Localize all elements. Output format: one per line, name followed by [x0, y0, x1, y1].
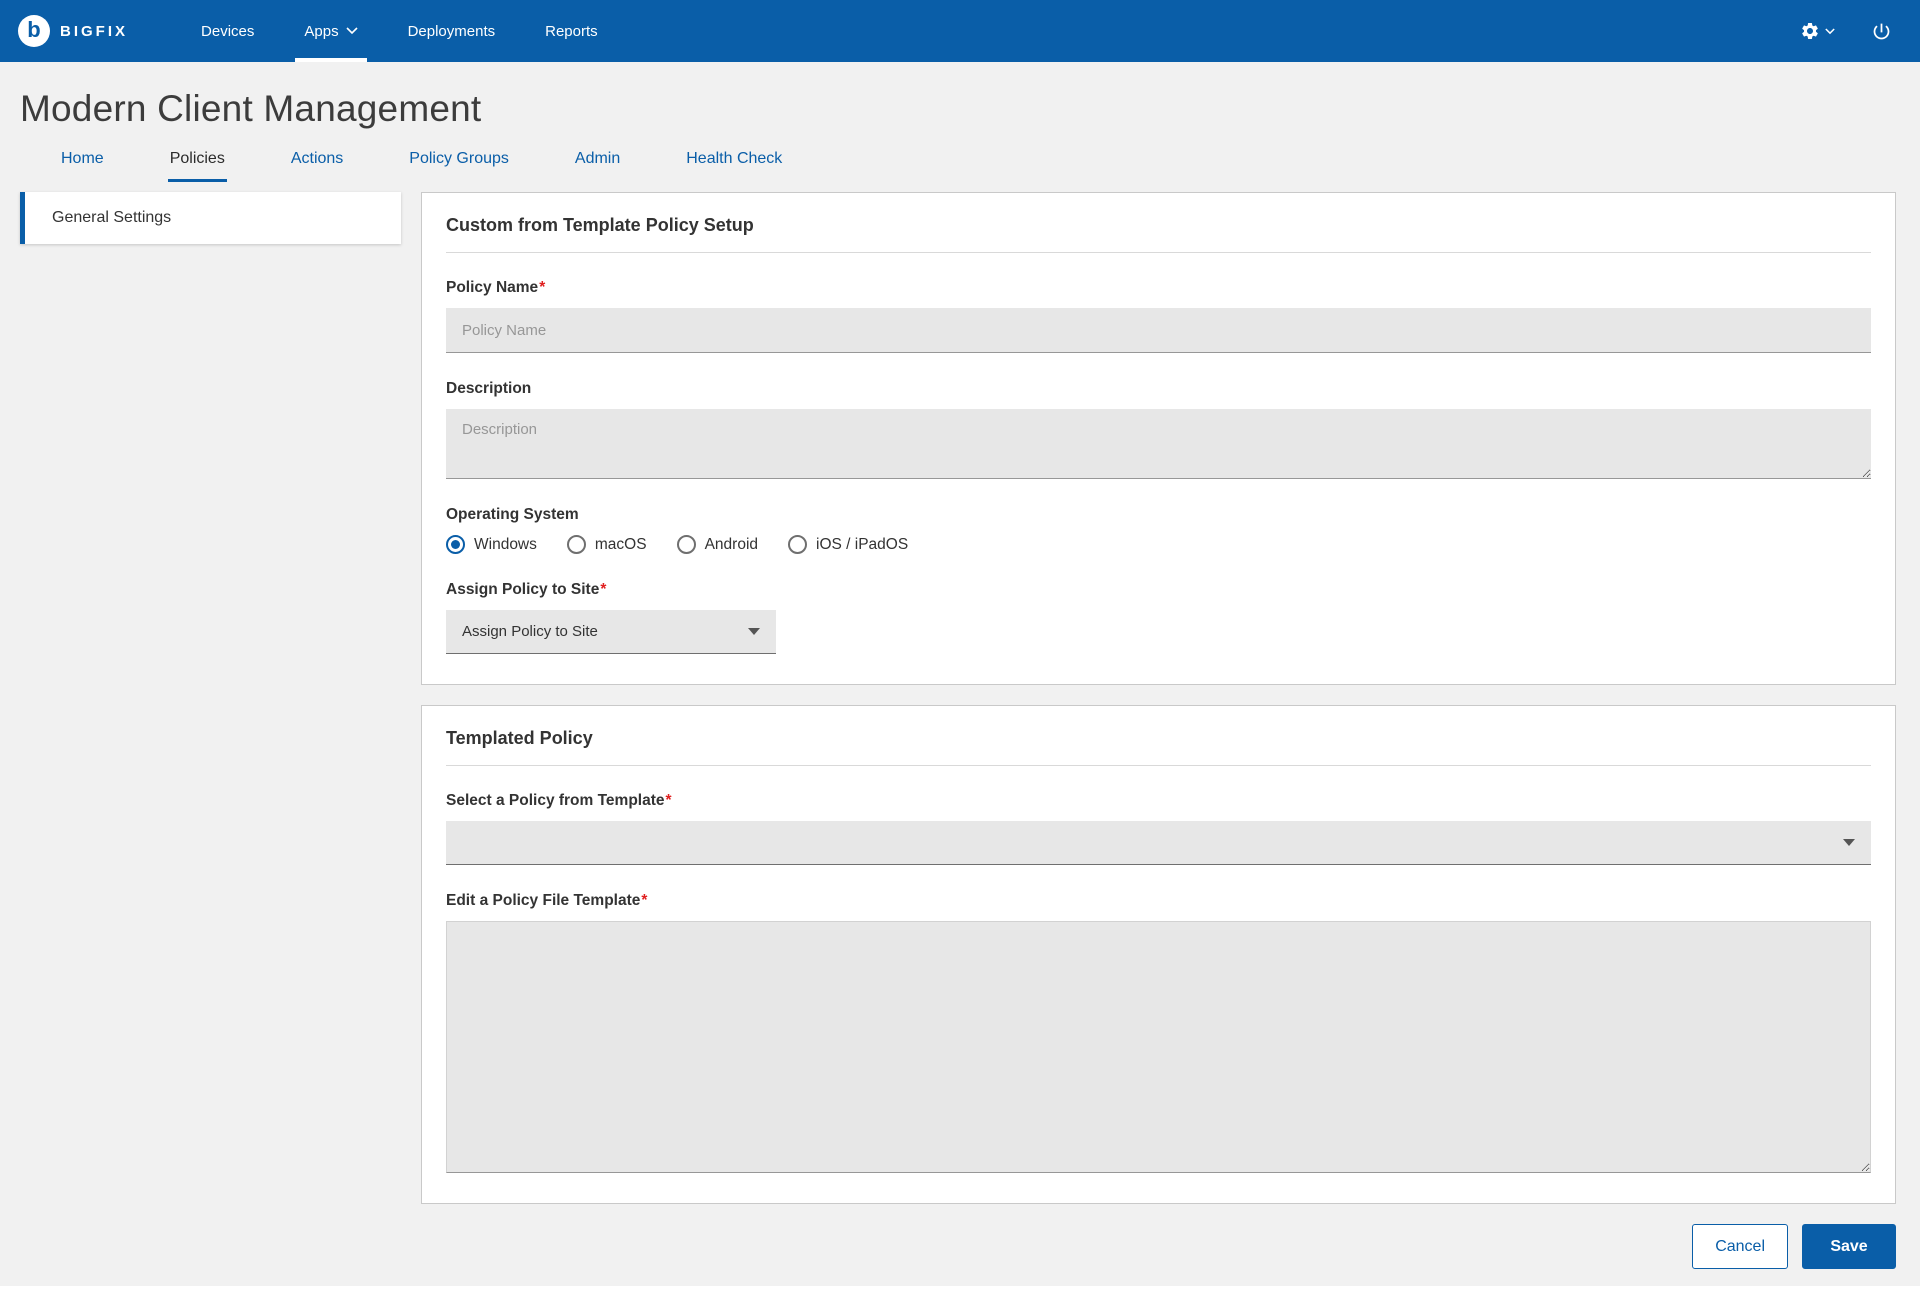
operating-system-field: Operating System Windows macOS Androi — [446, 506, 1871, 554]
chevron-down-icon — [346, 27, 358, 35]
edit-template-label: Edit a Policy File Template* — [446, 892, 1871, 910]
policy-name-label: Policy Name* — [446, 279, 1871, 297]
tab-health-check[interactable]: Health Check — [684, 136, 784, 182]
templated-policy-card: Templated Policy Select a Policy from Te… — [421, 705, 1896, 1204]
assign-site-label: Assign Policy to Site* — [446, 581, 1871, 599]
power-icon — [1871, 21, 1892, 42]
os-radio-group: Windows macOS Android iOS / iPadOS — [446, 535, 1871, 554]
radio-unselected-icon — [677, 535, 696, 554]
select-template-label-text: Select a Policy from Template — [446, 792, 665, 809]
custom-policy-setup-card: Custom from Template Policy Setup Policy… — [421, 192, 1896, 685]
required-asterisk: * — [641, 892, 647, 909]
radio-android[interactable]: Android — [677, 535, 758, 554]
radio-android-label: Android — [705, 536, 758, 554]
primary-nav: Devices Apps Deployments Reports — [176, 0, 623, 62]
policy-name-field: Policy Name* — [446, 279, 1871, 353]
radio-unselected-icon — [567, 535, 586, 554]
policy-name-input[interactable] — [446, 308, 1871, 353]
description-label: Description — [446, 380, 1871, 398]
gear-icon — [1800, 21, 1820, 41]
nav-item-deployments[interactable]: Deployments — [383, 0, 521, 62]
required-asterisk: * — [666, 792, 672, 809]
nav-item-reports[interactable]: Reports — [520, 0, 623, 62]
caret-down-icon — [1843, 839, 1855, 846]
sidebar: General Settings — [20, 192, 401, 244]
page-title: Modern Client Management — [0, 88, 1920, 130]
description-field: Description — [446, 380, 1871, 479]
form-actions: Cancel Save — [421, 1224, 1896, 1269]
logout-button[interactable] — [1871, 21, 1892, 42]
navbar-actions — [1800, 21, 1892, 42]
nav-item-apps[interactable]: Apps — [279, 0, 382, 62]
brand[interactable]: b BIGFIX — [18, 15, 128, 47]
assign-site-label-text: Assign Policy to Site — [446, 581, 599, 598]
app-root: b BIGFIX Devices Apps Deployments Report… — [0, 0, 1920, 1308]
assign-site-select[interactable]: Assign Policy to Site — [446, 610, 776, 654]
brand-name: BIGFIX — [60, 23, 128, 40]
description-textarea[interactable] — [446, 409, 1871, 479]
radio-macos-label: macOS — [595, 536, 647, 554]
assign-site-select-value: Assign Policy to Site — [462, 623, 598, 640]
custom-policy-setup-title: Custom from Template Policy Setup — [446, 215, 1871, 253]
nav-item-apps-label: Apps — [304, 23, 338, 40]
operating-system-label: Operating System — [446, 506, 1871, 524]
bottom-strip — [0, 1286, 1920, 1308]
radio-ios-ipados[interactable]: iOS / iPadOS — [788, 535, 908, 554]
cancel-button[interactable]: Cancel — [1692, 1224, 1788, 1269]
content-area: General Settings Custom from Template Po… — [0, 184, 1920, 1279]
radio-ios-ipados-label: iOS / iPadOS — [816, 536, 908, 554]
top-navbar: b BIGFIX Devices Apps Deployments Report… — [0, 0, 1920, 62]
select-template-select[interactable] — [446, 821, 1871, 865]
edit-template-label-text: Edit a Policy File Template — [446, 892, 640, 909]
edit-template-textarea[interactable] — [446, 921, 1871, 1173]
templated-policy-title: Templated Policy — [446, 728, 1871, 766]
tab-policy-groups[interactable]: Policy Groups — [407, 136, 511, 182]
tab-actions[interactable]: Actions — [289, 136, 345, 182]
tab-home[interactable]: Home — [59, 136, 106, 182]
select-template-label: Select a Policy from Template* — [446, 792, 1871, 810]
radio-macos[interactable]: macOS — [567, 535, 647, 554]
edit-template-field: Edit a Policy File Template* — [446, 892, 1871, 1173]
sidebar-item-general-settings[interactable]: General Settings — [20, 192, 401, 244]
settings-menu-button[interactable] — [1800, 21, 1835, 41]
radio-unselected-icon — [788, 535, 807, 554]
save-button[interactable]: Save — [1802, 1224, 1896, 1269]
tab-admin[interactable]: Admin — [573, 136, 622, 182]
nav-item-devices[interactable]: Devices — [176, 0, 279, 62]
required-asterisk: * — [600, 581, 606, 598]
radio-windows[interactable]: Windows — [446, 535, 537, 554]
assign-site-field: Assign Policy to Site* Assign Policy to … — [446, 581, 1871, 654]
caret-down-icon — [748, 628, 760, 635]
logo-letter: b — [27, 19, 40, 41]
required-asterisk: * — [539, 279, 545, 296]
tab-bar: Home Policies Actions Policy Groups Admi… — [0, 136, 1920, 182]
select-template-field: Select a Policy from Template* — [446, 792, 1871, 865]
main-panel: Custom from Template Policy Setup Policy… — [421, 192, 1896, 1279]
tab-policies[interactable]: Policies — [168, 136, 227, 182]
radio-windows-label: Windows — [474, 536, 537, 554]
chevron-down-icon — [1825, 28, 1835, 35]
radio-selected-icon — [446, 535, 465, 554]
bigfix-logo-icon: b — [18, 15, 50, 47]
policy-name-label-text: Policy Name — [446, 279, 538, 296]
